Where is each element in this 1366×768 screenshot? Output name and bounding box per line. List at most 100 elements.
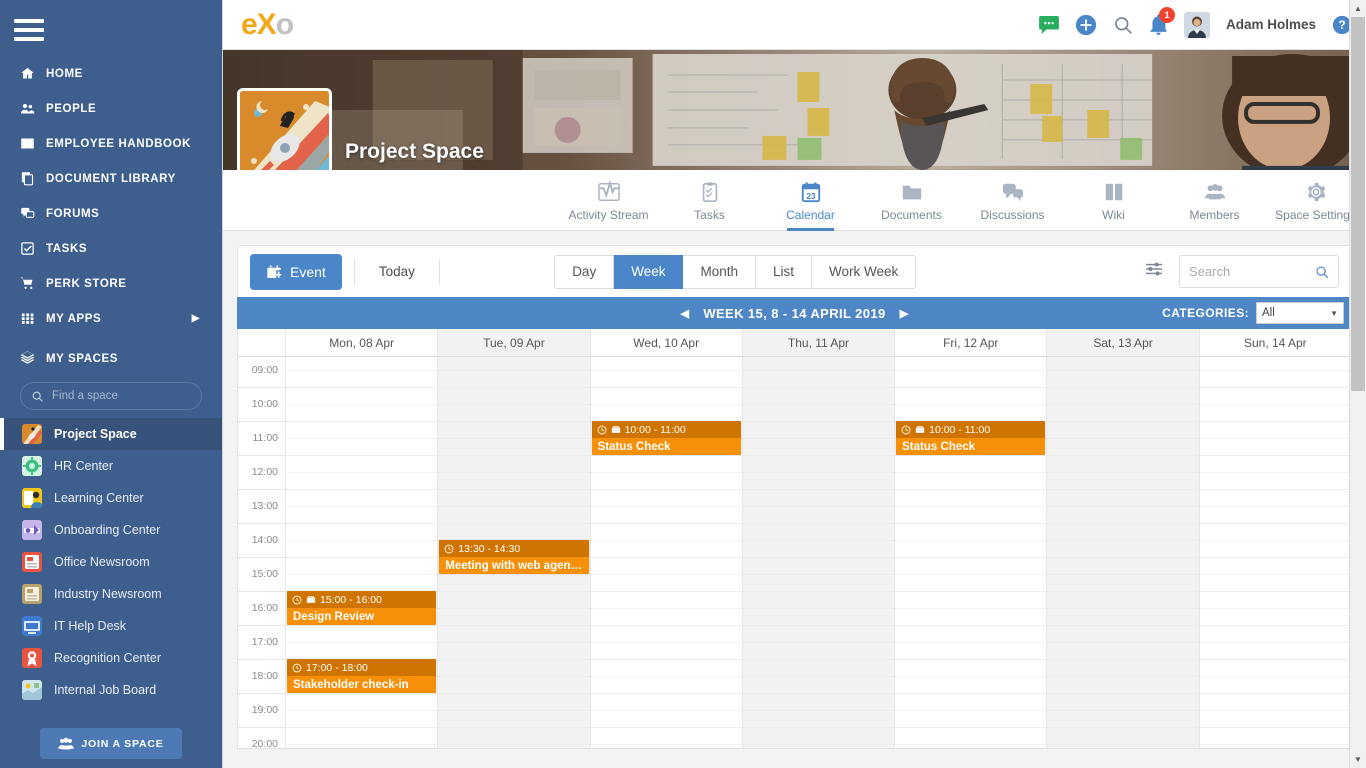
tab-tasks[interactable]: Tasks <box>659 170 760 231</box>
scroll-up-arrow[interactable]: ▲ <box>1350 0 1366 17</box>
day-column[interactable]: 10:00 - 11:00Status Check <box>895 357 1047 749</box>
scroll-down-arrow[interactable]: ▼ <box>1350 751 1366 768</box>
day-column[interactable] <box>743 357 895 749</box>
space-item-it-help-desk[interactable]: IT Help Desk <box>0 610 222 642</box>
forums-icon <box>20 206 46 221</box>
hour-line <box>743 625 894 626</box>
space-item-learning-center[interactable]: Learning Center <box>0 482 222 514</box>
bell-icon[interactable]: 1 <box>1149 14 1168 35</box>
half-hour-line <box>438 676 589 677</box>
space-item-industry-newsroom[interactable]: Industry Newsroom <box>0 578 222 610</box>
calendar-event[interactable]: 17:00 - 18:00Stakeholder check-in <box>287 659 436 693</box>
search-field[interactable] <box>1179 255 1339 288</box>
tab-members[interactable]: Members <box>1164 170 1265 231</box>
event-title: Status Check <box>592 438 741 453</box>
half-hour-line <box>895 370 1046 371</box>
tab-documents[interactable]: Documents <box>861 170 962 231</box>
sidebar-item-people[interactable]: PEOPLE <box>0 91 222 126</box>
hour-line <box>238 693 285 694</box>
hour-line <box>286 489 437 490</box>
time-label: 16:00 <box>252 602 278 614</box>
vertical-scrollbar[interactable]: ▲ ▼ <box>1349 0 1366 768</box>
day-column[interactable] <box>1047 357 1199 749</box>
filter-icon[interactable] <box>1145 261 1163 282</box>
sidebar-item-tasks[interactable]: TASKS <box>0 231 222 266</box>
avatar[interactable] <box>1184 12 1210 38</box>
chat-icon[interactable] <box>1039 16 1059 34</box>
add-event-button[interactable]: Event <box>250 254 342 290</box>
tab-label: Space Settings <box>1275 208 1356 222</box>
sidebar-item-employee-handbook[interactable]: EMPLOYEE HANDBOOK <box>0 126 222 161</box>
space-item-internal-job-board[interactable]: Internal Job Board <box>0 674 222 706</box>
categories-select[interactable]: All ▼ <box>1256 302 1344 324</box>
tab-discussions[interactable]: Discussions <box>962 170 1063 231</box>
join-a-space-button[interactable]: JOIN A SPACE <box>40 728 182 759</box>
hamburger-menu-icon[interactable] <box>14 8 58 52</box>
day-column[interactable]: 10:00 - 11:00 Status Check <box>591 357 743 749</box>
day-column[interactable] <box>1200 357 1351 749</box>
space-item-label: Office Newsroom <box>54 555 150 569</box>
view-button-week[interactable]: Week <box>614 255 683 289</box>
join-a-space-label: JOIN A SPACE <box>81 738 163 750</box>
hour-line <box>1200 455 1351 456</box>
day-column[interactable]: 13:30 - 14:30Meeting with web agency <box>438 357 590 749</box>
hour-line <box>591 693 742 694</box>
calendar-event[interactable]: 15:00 - 16:00Design Review <box>287 591 436 625</box>
view-button-list[interactable]: List <box>756 255 812 289</box>
half-hour-line <box>895 744 1046 745</box>
categories-label: CATEGORIES: <box>1162 306 1249 320</box>
half-hour-line <box>743 506 894 507</box>
calendar-event[interactable]: 10:00 - 11:00Status Check <box>896 421 1045 455</box>
tab-activity-stream[interactable]: Activity Stream <box>558 170 659 231</box>
tab-wiki[interactable]: Wiki <box>1063 170 1164 231</box>
space-item-label: Internal Job Board <box>54 683 156 697</box>
find-space-input[interactable] <box>52 390 182 402</box>
calendar-event[interactable]: 13:30 - 14:30Meeting with web agency <box>439 540 588 574</box>
day-column[interactable]: 15:00 - 16:00Design Review 17:00 - 18:00S… <box>286 357 438 749</box>
user-name-label[interactable]: Adam Holmes <box>1226 17 1316 32</box>
space-item-hr-center[interactable]: HR Center <box>0 450 222 482</box>
next-week-button[interactable]: ▶ <box>900 307 909 320</box>
hour-line <box>1200 659 1351 660</box>
space-avatar-icon <box>22 456 42 476</box>
space-item-office-newsroom[interactable]: Office Newsroom <box>0 546 222 578</box>
space-item-recognition-center[interactable]: Recognition Center <box>0 642 222 674</box>
space-item-onboarding-center[interactable]: Onboarding Center <box>0 514 222 546</box>
calendar-columns: 09:0010:0011:0012:0013:0014:0015:0016:00… <box>238 357 1351 749</box>
sidebar-item-forums[interactable]: FORUMS <box>0 196 222 231</box>
tab-label: Tasks <box>694 208 725 222</box>
exo-logo[interactable]: eXo <box>241 10 293 40</box>
space-avatar[interactable] <box>237 88 332 170</box>
day-header: Thu, 11 Apr <box>743 329 895 356</box>
view-button-work-week[interactable]: Work Week <box>812 255 916 289</box>
plus-icon[interactable] <box>1075 14 1097 36</box>
hour-line <box>895 693 1046 694</box>
space-item-label: Industry Newsroom <box>54 587 162 601</box>
half-hour-line <box>438 404 589 405</box>
sidebar-item-my-apps[interactable]: MY APPS▶ <box>0 301 222 336</box>
find-space-field[interactable] <box>20 382 202 410</box>
sidebar-item-document-library[interactable]: DOCUMENT LIBRARY <box>0 161 222 196</box>
view-button-day[interactable]: Day <box>554 255 614 289</box>
time-label: 14:00 <box>252 534 278 546</box>
prev-week-button[interactable]: ◀ <box>680 307 689 320</box>
hour-line <box>591 625 742 626</box>
sidebar-item-home[interactable]: HOME <box>0 56 222 91</box>
view-button-month[interactable]: Month <box>683 255 756 289</box>
tab-calendar[interactable]: 23Calendar <box>760 170 861 231</box>
event-time: 10:00 - 11:00 <box>625 424 686 436</box>
calendar-scroll-region[interactable]: 09:0010:0011:0012:0013:0014:0015:0016:00… <box>238 357 1351 749</box>
today-button[interactable]: Today <box>354 259 440 285</box>
space-item-project-space[interactable]: Project Space <box>0 418 222 450</box>
search-input[interactable] <box>1189 264 1307 279</box>
hour-line <box>238 421 285 422</box>
calendar-event[interactable]: 10:00 - 11:00 Status Check <box>592 421 741 455</box>
half-hour-line <box>1047 676 1198 677</box>
event-header: 15:00 - 16:00 <box>287 591 436 608</box>
search-icon[interactable] <box>1113 15 1133 35</box>
search-icon[interactable] <box>1315 265 1329 279</box>
sidebar-item-perk-store[interactable]: PERK STORE <box>0 266 222 301</box>
hour-line <box>1200 727 1351 728</box>
scrollbar-thumb[interactable] <box>1351 17 1365 391</box>
hour-line <box>743 455 894 456</box>
